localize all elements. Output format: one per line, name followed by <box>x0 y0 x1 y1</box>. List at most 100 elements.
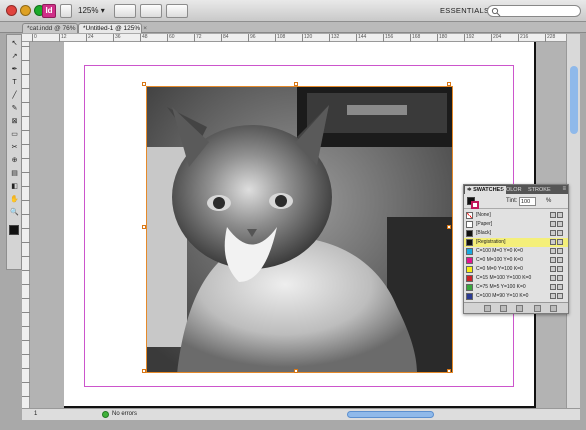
swatch-row[interactable]: [None] <box>464 211 568 220</box>
swatch-row[interactable]: C=75 M=5 Y=100 K=0 <box>464 283 568 292</box>
frame-handle[interactable] <box>142 82 146 86</box>
ruler-label: 96 <box>250 34 256 40</box>
tool-button[interactable]: ✒ <box>9 65 20 74</box>
close-window-button[interactable] <box>6 5 17 16</box>
ruler-tick <box>22 228 30 229</box>
minimize-window-button[interactable] <box>20 5 31 16</box>
tool-button[interactable]: ▭ <box>9 130 20 139</box>
ruler-tick <box>59 34 60 42</box>
frame-handle[interactable] <box>142 225 146 229</box>
swatch-type-icon <box>549 293 565 300</box>
frame-handle[interactable] <box>447 82 451 86</box>
horizontal-ruler: 0 12 24 36 48 60 72 84 96 108 120 132 144 156 168 180 19… <box>22 34 574 42</box>
arrange-documents-button[interactable] <box>166 4 188 18</box>
tab-untitled-document[interactable]: *Untitled-1 @ 125% × <box>78 23 147 33</box>
ruler-tick <box>329 34 330 42</box>
view-options-button[interactable] <box>114 4 136 18</box>
swatch-type-icon <box>549 275 565 282</box>
panel-menu-icon[interactable]: ≡ <box>562 186 566 192</box>
ruler-tick <box>22 284 30 285</box>
ruler-tick <box>22 144 30 145</box>
ruler-tick <box>86 34 87 42</box>
tool-button[interactable]: 🔍 <box>9 208 20 217</box>
tab-cat-document[interactable]: *cat.indd @ 76%× <box>22 23 82 33</box>
page-number-field[interactable]: 1 <box>34 411 37 417</box>
ruler-tick <box>22 60 30 61</box>
ruler-tick <box>22 130 30 131</box>
preflight-status[interactable]: No errors <box>112 411 137 417</box>
swatch-name: C=15 M=100 Y=100 K=0 <box>476 275 532 281</box>
ruler-tick <box>22 200 30 201</box>
tab-stroke[interactable]: STROKE <box>526 186 553 194</box>
tint-unit: % <box>546 198 552 204</box>
tool-button[interactable]: ✂ <box>9 143 20 152</box>
swatch-name: [None] <box>476 212 491 218</box>
vertical-scroll-thumb[interactable] <box>570 66 578 134</box>
application-bar: Id 125% ▾ ESSENTIALS ▾ <box>0 0 586 22</box>
frame-handle[interactable] <box>294 369 298 373</box>
ruler-tick <box>248 34 249 42</box>
swatch-name: C=100 M=90 Y=10 K=0 <box>476 293 529 299</box>
swatch-type-icon <box>549 239 565 246</box>
swatch-type-icon <box>549 230 565 237</box>
tint-input[interactable]: 100 <box>519 197 536 206</box>
ruler-tick <box>22 270 30 271</box>
show-gradient-swatches-icon[interactable] <box>516 305 523 312</box>
tab-color[interactable]: COLOR <box>500 186 524 194</box>
cat-photo <box>147 87 452 372</box>
app-logo: Id <box>42 4 56 18</box>
panel-footer <box>464 302 568 313</box>
tool-button[interactable]: T <box>9 78 20 87</box>
swatch-row[interactable]: C=0 M=0 Y=100 K=0 <box>464 265 568 274</box>
preflight-status-icon <box>102 411 109 418</box>
fill-stroke-icon[interactable] <box>9 225 19 235</box>
swatch-row[interactable]: [Paper] <box>464 220 568 229</box>
tool-button[interactable]: ◧ <box>9 182 20 191</box>
tab-close-icon[interactable]: × <box>143 25 147 32</box>
ruler-label: 216 <box>520 34 529 40</box>
swatch-row[interactable]: C=100 M=90 Y=10 K=0 <box>464 292 568 301</box>
swatch-row[interactable]: [Black] <box>464 229 568 238</box>
frame-handle[interactable] <box>447 225 451 229</box>
screen-mode-button[interactable] <box>140 4 162 18</box>
swatch-row[interactable]: C=15 M=100 Y=100 K=0 <box>464 274 568 283</box>
ruler-label: 144 <box>358 34 367 40</box>
swatch-row[interactable]: C=0 M=100 Y=0 K=0 <box>464 256 568 265</box>
tool-button[interactable]: ✋ <box>9 195 20 204</box>
tool-button[interactable]: ✎ <box>9 104 20 113</box>
ruler-tick <box>22 74 30 75</box>
tool-button[interactable]: ▤ <box>9 169 20 178</box>
swatch-row[interactable]: C=100 M=0 Y=0 K=0 <box>464 247 568 256</box>
swatch-row[interactable]: [Registration] <box>464 238 568 247</box>
ruler-tick <box>22 256 30 257</box>
frame-handle[interactable] <box>294 82 298 86</box>
ruler-tick <box>464 34 465 42</box>
tool-button[interactable]: ⊕ <box>9 156 20 165</box>
swatch-type-icon <box>549 284 565 291</box>
horizontal-scroll-thumb[interactable] <box>347 411 434 418</box>
show-color-swatches-icon[interactable] <box>500 305 507 312</box>
bridge-button[interactable] <box>60 4 72 18</box>
new-swatch-icon[interactable] <box>534 305 541 312</box>
frame-handle[interactable] <box>447 369 451 373</box>
tool-button[interactable]: ↗ <box>9 52 20 61</box>
search-input[interactable] <box>487 5 581 17</box>
vertical-ruler <box>22 42 30 411</box>
ruler-tick <box>22 312 30 313</box>
tools-panel: ↖ ↗ ✒ T ╱ ✎ ⊠ ▭ ✂ ⊕ ▤ ◧ ✋ 🔍 <box>6 34 22 270</box>
ruler-label: 12 <box>61 34 67 40</box>
tool-button[interactable]: ╱ <box>9 91 20 100</box>
ruler-tick <box>22 340 30 341</box>
delete-swatch-icon[interactable] <box>550 305 557 312</box>
ruler-tick <box>22 186 30 187</box>
frame-handle[interactable] <box>142 369 146 373</box>
zoom-level-select[interactable]: 125% ▾ <box>78 6 105 15</box>
show-all-swatches-icon[interactable] <box>484 305 491 312</box>
stroke-swatch-icon[interactable] <box>471 201 479 209</box>
swatch-type-icon <box>549 212 565 219</box>
tool-button[interactable]: ↖ <box>9 39 20 48</box>
ruler-tick <box>491 34 492 42</box>
cat-photo-frame[interactable] <box>146 86 453 373</box>
tool-button[interactable]: ⊠ <box>9 117 20 126</box>
ruler-tick <box>302 34 303 42</box>
